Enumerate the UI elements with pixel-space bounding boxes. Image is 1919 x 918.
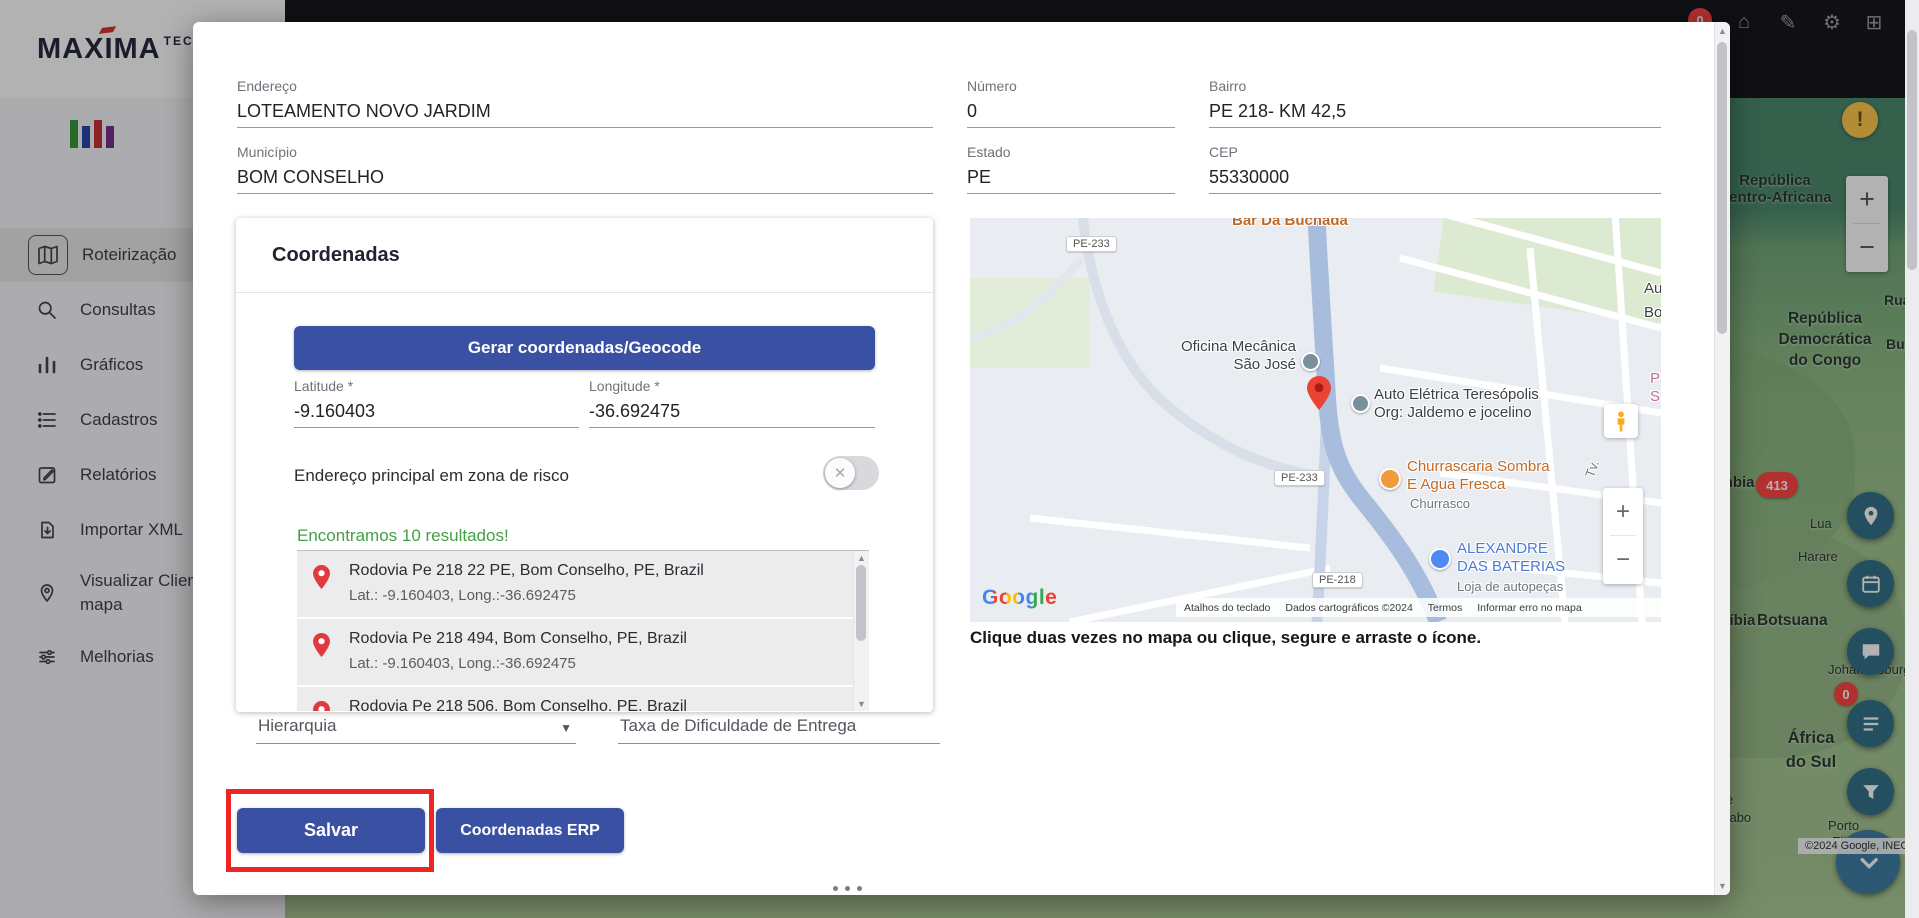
toggle-off-icon: ✕ [825, 458, 855, 488]
result-pin-icon [313, 565, 330, 589]
modal-map-zoom-control: + − [1603, 488, 1643, 584]
poi-loja-type: Loja de autopeças [1457, 578, 1563, 596]
card-divider [236, 292, 933, 293]
poi-marker-store[interactable] [1429, 548, 1451, 570]
poi-cut-label: S [1650, 388, 1660, 406]
longitude-label: Longitude * [589, 378, 875, 395]
road-badge-pe233: PE-233 [1066, 236, 1117, 252]
scroll-up-icon[interactable]: ▲ [854, 553, 869, 563]
zoom-in-button[interactable]: + [1603, 488, 1643, 535]
coordenadas-erp-button[interactable]: Coordenadas ERP [436, 808, 624, 853]
bairro-field[interactable]: Bairro PE 218- KM 42,5 [1209, 78, 1661, 128]
hierarquia-select[interactable]: Hierarquia ▼ [256, 710, 576, 744]
estado-label: Estado [967, 144, 1175, 161]
poi-oficina-mecanica: Oficina Mecânica São José [1118, 338, 1296, 374]
keyboard-shortcuts-link[interactable]: Atalhos do teclado [1184, 602, 1270, 614]
geocode-result-row[interactable]: Rodovia Pe 218 22 PE, Bom Conselho, PE, … [297, 551, 853, 617]
latitude-value: -9.160403 [294, 399, 579, 423]
numero-value: 0 [967, 99, 1175, 123]
terms-link[interactable]: Termos [1428, 602, 1462, 614]
modal-google-map[interactable]: Bar Da Buchada PE-233 Oficina Mecânica S… [970, 218, 1661, 622]
hierarquia-label: Hierarquia [258, 716, 336, 736]
dropdown-caret-icon: ▼ [560, 721, 572, 735]
road-badge-pe218: PE-218 [1312, 572, 1363, 588]
latitude-field[interactable]: Latitude * -9.160403 [294, 378, 579, 428]
poi-marker-gray[interactable] [1301, 352, 1320, 371]
road-badge-pe233: PE-233 [1274, 470, 1325, 486]
results-count-text: Encontramos 10 resultados! [297, 526, 509, 546]
page-scrollbar[interactable] [1905, 0, 1919, 918]
endereco-label: Endereço [237, 78, 933, 95]
poi-churrasco-type: Churrasco [1410, 495, 1470, 513]
taxa-dificuldade-field[interactable]: Taxa de Dificuldade de Entrega [618, 710, 940, 744]
poi-alexandre-baterias: ALEXANDRE DAS BATERIAS [1457, 540, 1565, 576]
coordinates-title: Coordenadas [272, 244, 400, 267]
municipio-value: BOM CONSELHO [237, 165, 933, 189]
location-pin-marker[interactable] [1307, 376, 1331, 410]
modal-scrollbar[interactable]: ▲ ▼ [1714, 22, 1730, 895]
poi-marker-gray[interactable] [1351, 394, 1370, 413]
poi-marker-restaurant[interactable] [1379, 468, 1401, 490]
result-coords: Lat.: -9.160403, Long.:-36.692475 [349, 587, 576, 604]
zoom-out-button[interactable]: − [1603, 536, 1643, 583]
results-scrollbar[interactable]: ▲ ▼ [853, 551, 869, 711]
map-attribution-bar: Atalhos do teclado Dados cartográficos ©… [1176, 598, 1661, 617]
geocode-results-list: Rodovia Pe 218 22 PE, Bom Conselho, PE, … [297, 550, 869, 711]
page-scroll-thumb[interactable] [1907, 30, 1917, 270]
endereco-value: LOTEAMENTO NOVO JARDIM [237, 99, 933, 123]
result-pin-icon [313, 633, 330, 657]
annotation-highlight-rect [226, 789, 434, 872]
endereco-field[interactable]: Endereço LOTEAMENTO NOVO JARDIM [237, 78, 933, 128]
estado-value: PE [967, 165, 1175, 189]
risk-zone-toggle[interactable]: ✕ [823, 456, 879, 490]
loading-dots [833, 886, 862, 891]
cep-label: CEP [1209, 144, 1661, 161]
municipio-label: Município [237, 144, 933, 161]
client-address-modal: Endereço LOTEAMENTO NOVO JARDIM Número 0… [193, 22, 1730, 895]
poi-churrascaria: Churrascaria Sombra E Agua Fresca [1407, 458, 1550, 494]
longitude-value: -36.692475 [589, 399, 875, 423]
result-coords: Lat.: -9.160403, Long.:-36.692475 [349, 655, 576, 672]
geocode-result-row[interactable]: Rodovia Pe 218 494, Bom Conselho, PE, Br… [297, 619, 853, 685]
poi-cut-label: P [1650, 370, 1660, 388]
pegman-icon [1613, 411, 1629, 432]
scroll-down-icon[interactable]: ▼ [854, 699, 869, 709]
estado-field[interactable]: Estado PE [967, 144, 1175, 194]
scroll-up-icon[interactable]: ▲ [1715, 26, 1730, 36]
numero-field[interactable]: Número 0 [967, 78, 1175, 128]
latitude-label: Latitude * [294, 378, 579, 395]
cep-field[interactable]: CEP 55330000 [1209, 144, 1661, 194]
results-scroll-thumb[interactable] [856, 565, 866, 641]
geocode-button[interactable]: Gerar coordenadas/Geocode [294, 326, 875, 370]
poi-cut-label: Au [1644, 280, 1661, 298]
scroll-down-icon[interactable]: ▼ [1715, 881, 1730, 891]
coordinates-card: Coordenadas Gerar coordenadas/Geocode La… [236, 218, 933, 712]
report-error-link[interactable]: Informar erro no mapa [1477, 602, 1581, 614]
municipio-field[interactable]: Município BOM CONSELHO [237, 144, 933, 194]
google-logo: Google [982, 586, 1057, 610]
poi-bar-da-buchada: Bar Da Buchada [1232, 218, 1348, 230]
modal-scroll-thumb[interactable] [1717, 42, 1727, 334]
map-instruction-text: Clique duas vezes no mapa ou clique, seg… [970, 628, 1481, 648]
poi-auto-eletrica: Auto Elétrica Teresópolis Org: Jaldemo e… [1374, 386, 1539, 422]
poi-cut-label: Bo [1644, 304, 1661, 322]
geocode-result-row[interactable]: Rodovia Pe 218 506, Bom Conselho, PE, Br… [297, 687, 853, 711]
risk-zone-label: Endereço principal em zona de risco [294, 466, 569, 486]
bairro-value: PE 218- KM 42,5 [1209, 99, 1661, 123]
bairro-label: Bairro [1209, 78, 1661, 95]
cep-value: 55330000 [1209, 165, 1661, 189]
pegman-streetview-button[interactable] [1604, 404, 1638, 438]
result-address: Rodovia Pe 218 494, Bom Conselho, PE, Br… [349, 630, 687, 648]
longitude-field[interactable]: Longitude * -36.692475 [589, 378, 875, 428]
numero-label: Número [967, 78, 1175, 95]
app-window: MAXIMA TECH 0 ⌂ ✎ ⚙ ⊞ Roteirização Con [0, 0, 1919, 918]
taxa-label: Taxa de Dificuldade de Entrega [620, 716, 856, 736]
map-data-text: Dados cartográficos ©2024 [1285, 602, 1412, 614]
result-address: Rodovia Pe 218 22 PE, Bom Conselho, PE, … [349, 562, 704, 580]
